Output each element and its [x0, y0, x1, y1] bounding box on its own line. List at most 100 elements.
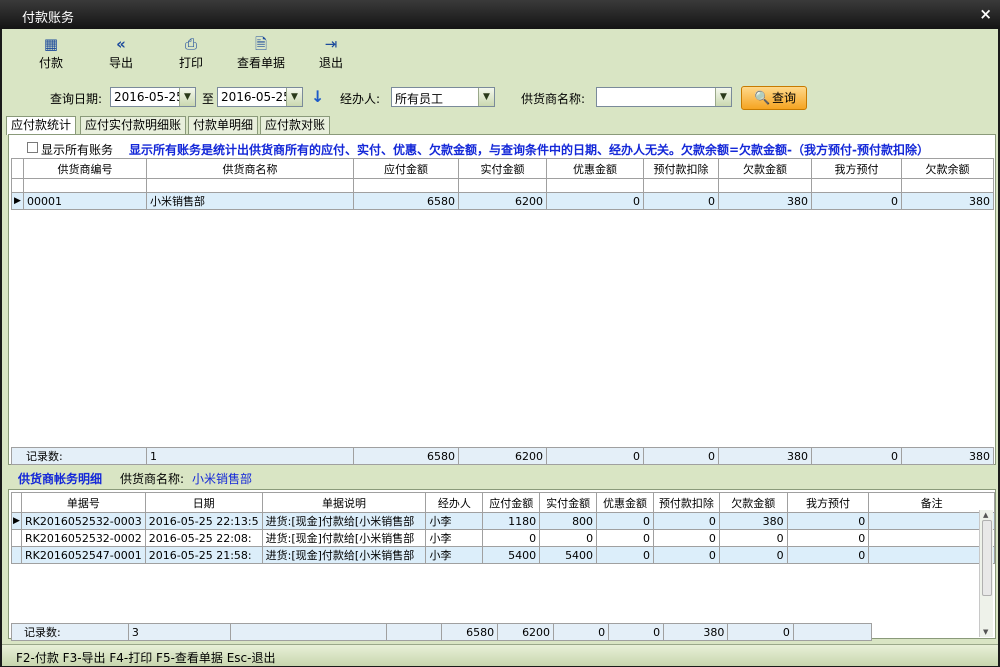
payable-cell[interactable]: 1180: [482, 512, 541, 530]
search-button[interactable]: 🔍 查询: [741, 86, 807, 110]
prepay-deduct-cell[interactable]: 0: [652, 529, 720, 547]
discount-cell[interactable]: 0: [596, 546, 654, 564]
filter-cell[interactable]: [718, 178, 812, 193]
discount-cell[interactable]: 0: [596, 512, 654, 530]
desc-cell[interactable]: 进货:[现金]付款给[小米销售部: [261, 512, 427, 530]
our-prepay-cell[interactable]: 0: [786, 512, 870, 530]
doc-no-cell[interactable]: RK2016052532-0002: [20, 529, 146, 547]
handler-cell[interactable]: 小李: [425, 546, 484, 564]
close-icon[interactable]: ×: [979, 5, 992, 23]
column-header[interactable]: 供货商编号: [23, 158, 147, 179]
debt-cell[interactable]: 0: [718, 546, 788, 564]
chevron-down-icon[interactable]: ▼: [715, 88, 731, 106]
date-cell[interactable]: 2016-05-25 21:58:: [144, 546, 263, 564]
column-header[interactable]: 单据说明: [261, 492, 427, 513]
tab-payable-paid-detail[interactable]: 应付实付款明细账: [80, 116, 187, 134]
prepay-deduct-cell[interactable]: 0: [643, 192, 719, 210]
column-header[interactable]: 实付金额: [458, 158, 547, 179]
paid-cell[interactable]: 800: [539, 512, 598, 530]
column-header[interactable]: 实付金额: [539, 492, 598, 513]
supplier-name-cell[interactable]: 小米销售部: [146, 192, 354, 210]
filter-cell[interactable]: [353, 178, 459, 193]
remark-cell[interactable]: [868, 546, 995, 564]
column-header[interactable]: 我方预付: [811, 158, 902, 179]
filter-cell[interactable]: [811, 178, 902, 193]
tab-payable-stats[interactable]: 应付款统计: [6, 116, 77, 135]
remark-cell[interactable]: [868, 512, 995, 530]
table-row[interactable]: RK2016052547-0001 2016-05-25 21:58: 进货:[…: [11, 546, 995, 564]
summary-notice: 显示所有账务是统计出供货商所有的应付、实付、优惠、欠款金额，与查询条件中的日期、…: [129, 143, 930, 157]
supplier-code-cell[interactable]: 00001: [23, 192, 147, 210]
tab-payment-detail[interactable]: 付款单明细: [188, 116, 259, 134]
prepay-deduct-cell[interactable]: 0: [652, 512, 720, 530]
column-header[interactable]: 优惠金额: [596, 492, 654, 513]
desc-cell[interactable]: 进货:[现金]付款给[小米销售部: [261, 529, 427, 547]
exit-button[interactable]: ⇥ 退出: [296, 33, 366, 77]
filter-cell[interactable]: [458, 178, 547, 193]
arrow-down-icon[interactable]: ↓: [311, 87, 324, 106]
handler-select[interactable]: 所有员工 ▼: [391, 87, 495, 107]
balance-cell[interactable]: 380: [901, 192, 994, 210]
supplier-select[interactable]: ▼: [596, 87, 732, 107]
column-header[interactable]: 我方预付: [786, 492, 870, 513]
debt-cell[interactable]: 0: [718, 529, 788, 547]
filter-cell[interactable]: [146, 178, 354, 193]
remark-cell[interactable]: [868, 529, 995, 547]
column-header[interactable]: 经办人: [425, 492, 484, 513]
column-header[interactable]: 欠款金额: [718, 492, 788, 513]
table-row[interactable]: ▶ RK2016052532-0003 2016-05-25 22:13:5 进…: [11, 512, 995, 530]
column-header[interactable]: 备注: [868, 492, 995, 513]
debt-cell[interactable]: 380: [718, 192, 812, 210]
paid-cell[interactable]: 0: [539, 529, 598, 547]
date-from-picker[interactable]: 2016-05-25 ▼: [110, 87, 196, 107]
paid-cell[interactable]: 5400: [539, 546, 598, 564]
column-header[interactable]: 欠款金额: [718, 158, 812, 179]
date-to-picker[interactable]: 2016-05-25 ▼: [217, 87, 303, 107]
filter-cell[interactable]: [23, 178, 147, 193]
scroll-up-icon[interactable]: ▲: [983, 511, 988, 519]
export-button[interactable]: « 导出: [86, 33, 156, 77]
payable-cell[interactable]: 5400: [482, 546, 541, 564]
filter-cell[interactable]: [901, 178, 994, 193]
handler-cell[interactable]: 小李: [425, 529, 484, 547]
pay-button[interactable]: ▦ 付款: [16, 33, 86, 77]
date-cell[interactable]: 2016-05-25 22:08:: [144, 529, 263, 547]
desc-cell[interactable]: 进货:[现金]付款给[小米销售部: [261, 546, 427, 564]
our-prepay-cell[interactable]: 0: [811, 192, 902, 210]
filter-cell[interactable]: [643, 178, 719, 193]
paid-cell[interactable]: 6200: [458, 192, 547, 210]
show-all-checkbox[interactable]: [27, 142, 38, 153]
column-header[interactable]: 预付款扣除: [652, 492, 720, 513]
payable-cell[interactable]: 6580: [353, 192, 459, 210]
scrollbar-thumb[interactable]: [982, 520, 992, 596]
chevron-down-icon[interactable]: ▼: [286, 88, 302, 106]
date-cell[interactable]: 2016-05-25 22:13:5: [144, 512, 263, 530]
chevron-down-icon[interactable]: ▼: [478, 88, 494, 106]
vertical-scrollbar[interactable]: ▲ ▼: [979, 510, 993, 637]
doc-no-cell[interactable]: RK2016052532-0003: [20, 512, 146, 530]
print-button[interactable]: ⎙ 打印: [156, 33, 226, 77]
view-document-button[interactable]: 🗎 查看单据: [226, 33, 296, 77]
chevron-down-icon[interactable]: ▼: [179, 88, 195, 106]
discount-cell[interactable]: 0: [546, 192, 644, 210]
column-header[interactable]: 应付金额: [482, 492, 541, 513]
filter-cell[interactable]: [546, 178, 644, 193]
column-header[interactable]: 供货商名称: [146, 158, 354, 179]
doc-no-cell[interactable]: RK2016052547-0001: [20, 546, 146, 564]
table-row[interactable]: ▶ 00001 小米销售部 6580 6200 0 0 380 0 380: [11, 192, 994, 210]
discount-cell[interactable]: 0: [596, 529, 654, 547]
column-header[interactable]: 日期: [144, 492, 263, 513]
column-header[interactable]: 欠款余额: [901, 158, 994, 179]
column-header[interactable]: 预付款扣除: [643, 158, 719, 179]
debt-cell[interactable]: 380: [718, 512, 788, 530]
handler-cell[interactable]: 小李: [425, 512, 484, 530]
column-header[interactable]: 优惠金额: [546, 158, 644, 179]
column-header[interactable]: 应付金额: [353, 158, 459, 179]
prepay-deduct-cell[interactable]: 0: [652, 546, 720, 564]
tab-payable-reconcile[interactable]: 应付款对账: [260, 116, 331, 134]
our-prepay-cell[interactable]: 0: [786, 546, 870, 564]
our-prepay-cell[interactable]: 0: [786, 529, 870, 547]
column-header[interactable]: 单据号: [20, 492, 146, 513]
payable-cell[interactable]: 0: [482, 529, 541, 547]
table-row[interactable]: RK2016052532-0002 2016-05-25 22:08: 进货:[…: [11, 529, 995, 547]
